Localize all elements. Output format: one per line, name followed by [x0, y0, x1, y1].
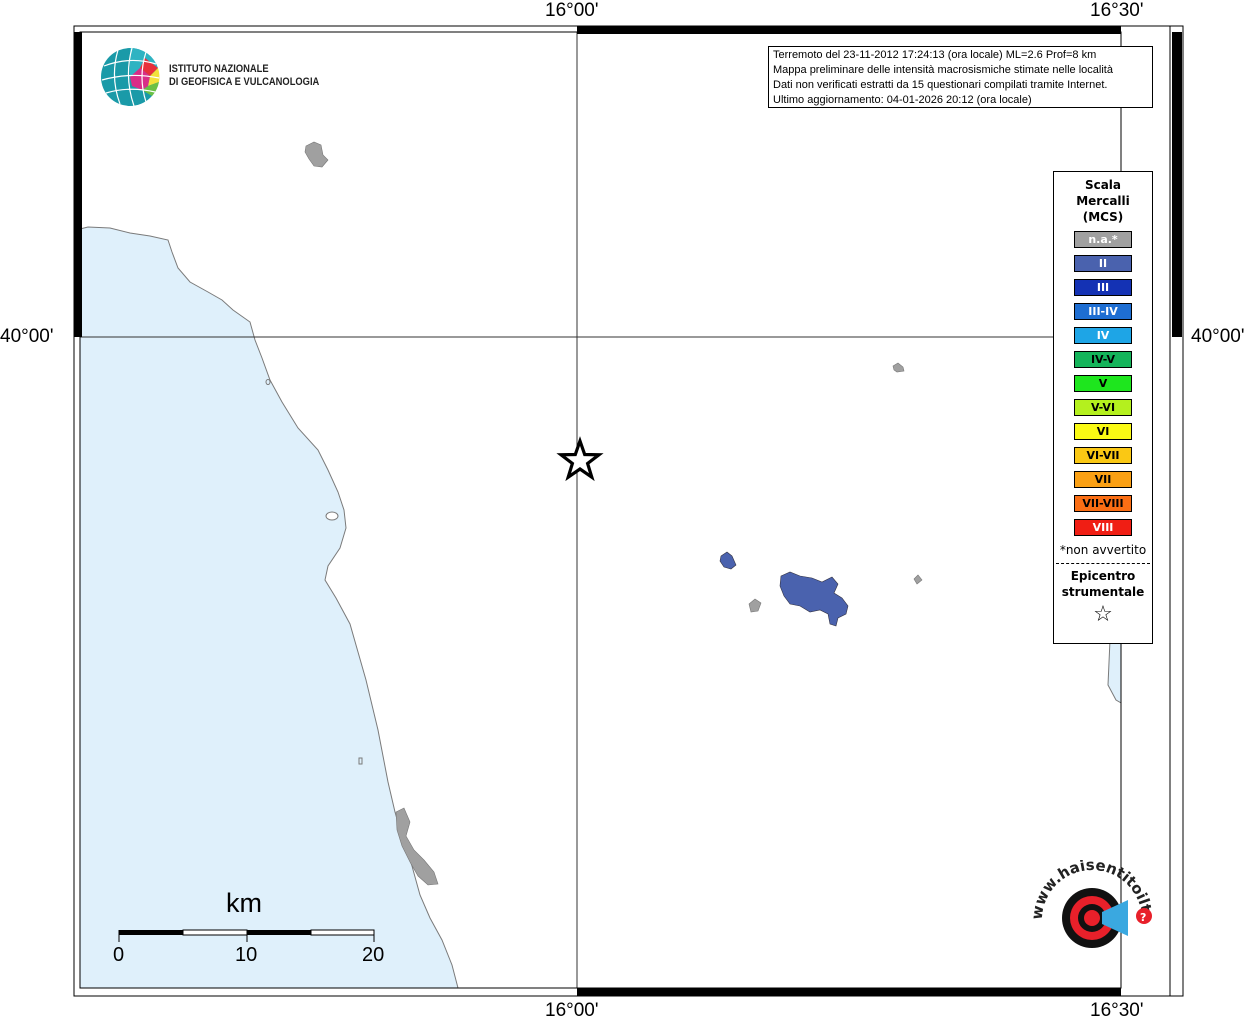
- legend-item: IV: [1074, 327, 1132, 344]
- event-info-line: Ultimo aggiornamento: 04-01-2026 20:12 (…: [773, 94, 1032, 106]
- svg-text:?: ?: [1140, 911, 1146, 924]
- lon-label-top-right: 16°30': [1090, 0, 1144, 21]
- legend-item: II: [1074, 255, 1132, 272]
- mcs-legend: Scala Mercalli (MCS) n.a.* II III III-IV IV I…: [1053, 171, 1153, 644]
- legend-item: VI-VII: [1074, 447, 1132, 464]
- legend-item: III: [1074, 279, 1132, 296]
- event-info-line: Dati non verificati estratti da 15 quest…: [773, 79, 1108, 91]
- star-icon: ☆: [1093, 602, 1113, 627]
- event-info-box: Terremoto del 23-11-2012 17:24:13 (ora l…: [768, 46, 1153, 108]
- legend-item: VI: [1074, 423, 1132, 440]
- legend-note: *non avvertito: [1059, 543, 1147, 557]
- lat-label-right: 40°00': [1191, 326, 1245, 347]
- lon-label-bottom-right: 16°30': [1090, 1000, 1144, 1021]
- event-info-line: Mappa preliminare delle intensità macros…: [773, 64, 1113, 76]
- ingv-logo-text: ISTITUTO NAZIONALE DI GEOFISICA E VULCAN…: [169, 63, 320, 88]
- frame-bottom-band: [577, 988, 1121, 996]
- event-info-line: Terremoto del 23-11-2012 17:24:13 (ora l…: [773, 49, 1097, 61]
- legend-items: n.a.* II III III-IV IV IV-V V V-VI VI VI-VII VII VI…: [1054, 231, 1152, 536]
- frame-right-band: [1172, 32, 1182, 337]
- scale-label: 10: [235, 944, 258, 966]
- legend-item: V-VI: [1074, 399, 1132, 416]
- legend-item: V: [1074, 375, 1132, 392]
- ingv-globe-icon: [100, 46, 162, 112]
- frame-top-band: [577, 26, 1121, 34]
- legend-epicenter-label: Epicentro strumentale: [1061, 569, 1145, 599]
- legend-title: Scala Mercalli (MCS): [1076, 178, 1130, 224]
- haisentito-logo-icon: www.haisentitoilterremoto.it ?: [1022, 846, 1160, 984]
- lat-label-left: 40°00': [0, 326, 54, 347]
- legend-item: III-IV: [1074, 303, 1132, 320]
- lon-label-top-left: 16°00': [545, 0, 599, 21]
- scale-title: km: [226, 888, 262, 918]
- legend-item: IV-V: [1074, 351, 1132, 368]
- legend-item: VII: [1074, 471, 1132, 488]
- legend-item: VII-VIII: [1074, 495, 1132, 512]
- scale-label: 0: [113, 944, 125, 966]
- lon-label-bottom-left: 16°00': [545, 1000, 599, 1021]
- legend-divider: [1056, 563, 1150, 564]
- legend-item: VIII: [1074, 519, 1132, 536]
- frame-left-band: [74, 32, 82, 337]
- legend-item: n.a.*: [1074, 231, 1132, 248]
- scale-label: 20: [362, 944, 385, 966]
